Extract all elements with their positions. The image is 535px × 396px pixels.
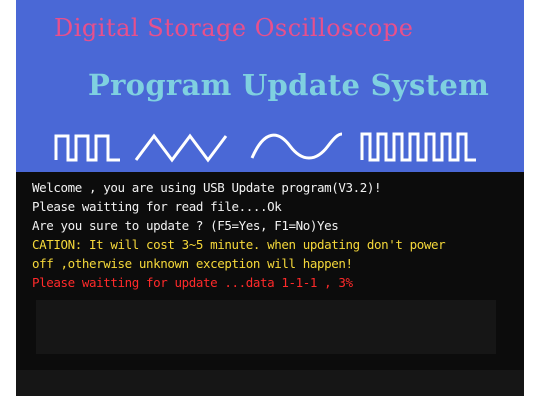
screen-band	[36, 300, 496, 354]
screen-band	[16, 370, 524, 396]
update-banner: Digital Storage Oscilloscope Program Upd…	[16, 0, 524, 172]
square-wave-icon	[360, 132, 476, 162]
console-line-warning: CATION: It will cost 3~5 minute. when up…	[32, 237, 446, 252]
console-line-warning: off ,otherwise unknown exception will ha…	[32, 256, 353, 271]
console-line: Are you sure to update ? (F5=Yes, F1=No)…	[32, 218, 339, 233]
oscilloscope-screen: Digital Storage Oscilloscope Program Upd…	[16, 0, 524, 396]
console-line: Welcome , you are using USB Update progr…	[32, 180, 382, 195]
pulse-wave-icon	[54, 134, 120, 162]
update-console: Welcome , you are using USB Update progr…	[32, 178, 522, 292]
system-title: Program Update System	[88, 68, 490, 102]
device-title: Digital Storage Oscilloscope	[54, 14, 414, 42]
triangle-wave-icon	[134, 133, 228, 163]
sine-wave-icon	[250, 132, 343, 160]
waveform-icons	[54, 132, 476, 163]
console-line-progress: Please waitting for update ...data 1-1-1…	[32, 275, 353, 290]
console-line: Please waitting for read file....Ok	[32, 199, 282, 214]
